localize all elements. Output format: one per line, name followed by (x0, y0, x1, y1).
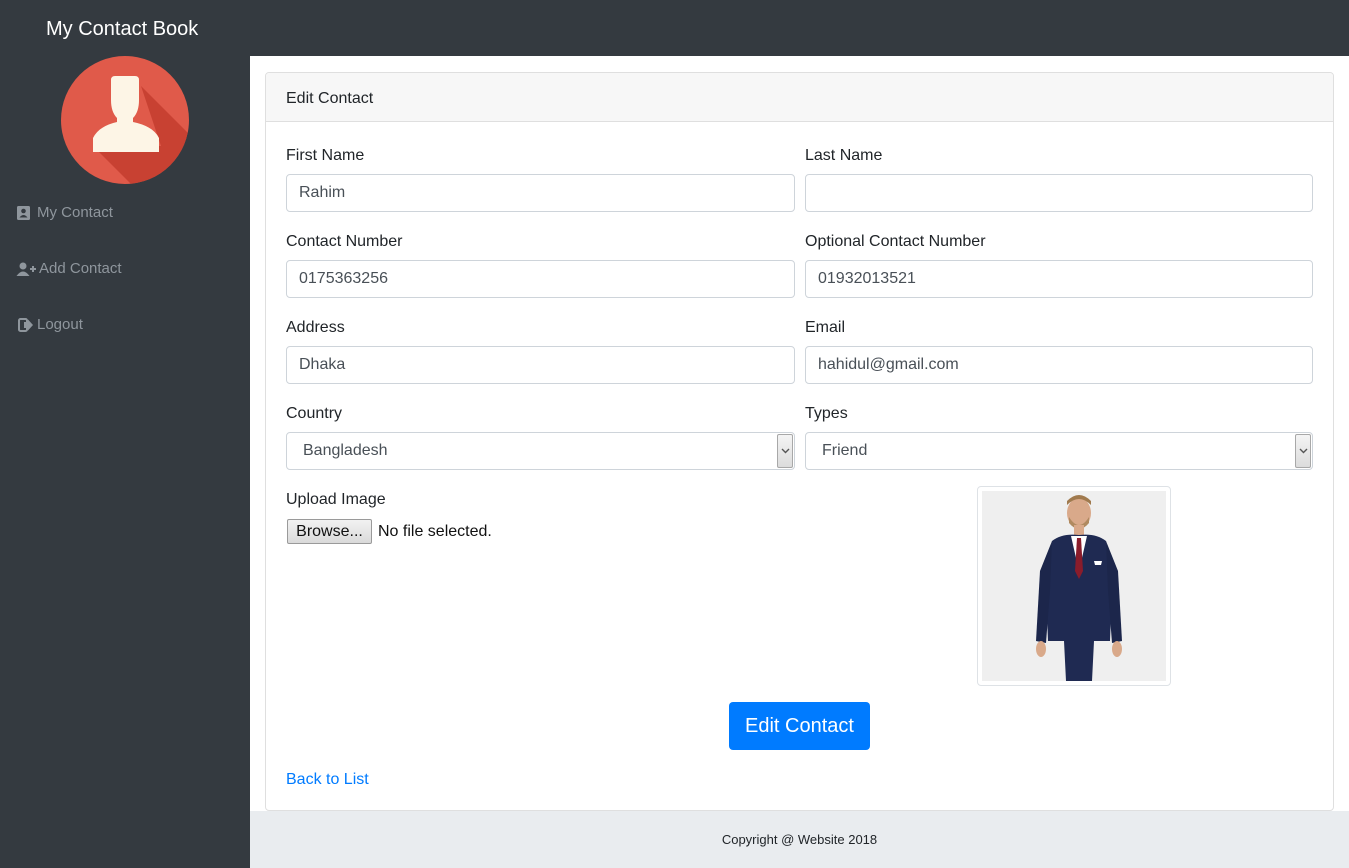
last-name-input[interactable] (805, 174, 1313, 212)
main-content: Edit Contact First Name Rahim Last Name … (250, 56, 1349, 811)
chevron-down-icon[interactable] (1295, 434, 1311, 468)
address-label: Address (286, 319, 345, 336)
upload-image-label: Upload Image (286, 491, 386, 508)
types-select[interactable]: Friend (805, 432, 1313, 470)
sign-out-icon (18, 318, 33, 332)
browse-button[interactable]: Browse... (287, 519, 372, 544)
first-name-label: First Name (286, 147, 365, 164)
app-title[interactable]: My Contact Book (46, 16, 198, 42)
back-to-list-link[interactable]: Back to List (286, 770, 369, 790)
email-label: Email (805, 319, 846, 336)
first-name-input[interactable]: Rahim (286, 174, 795, 212)
address-card-icon (17, 206, 30, 220)
sidebar-item-add-contact[interactable]: Add Contact (16, 257, 122, 281)
optional-contact-number-label: Optional Contact Number (805, 233, 986, 250)
country-selected-value: Bangladesh (303, 442, 388, 459)
contact-photo (977, 486, 1171, 686)
last-name-label: Last Name (805, 147, 883, 164)
sidebar-item-label: Add Contact (39, 260, 122, 277)
sidebar: My Contact Add Contact Logout (0, 56, 250, 868)
country-label: Country (286, 405, 343, 422)
types-selected-value: Friend (822, 442, 868, 459)
optional-contact-number-input[interactable]: 01932013521 (805, 260, 1313, 298)
person-photo-image (982, 491, 1166, 681)
sidebar-item-logout[interactable]: Logout (16, 313, 83, 337)
footer: Copyright @ Website 2018 (250, 811, 1349, 868)
email-input[interactable]: hahidul@gmail.com (805, 346, 1313, 384)
contact-number-input[interactable]: 0175363256 (286, 260, 795, 298)
sidebar-item-my-contact[interactable]: My Contact (16, 201, 113, 225)
card-header: Edit Contact (266, 73, 1333, 122)
edit-contact-card: Edit Contact First Name Rahim Last Name … (265, 72, 1334, 811)
chevron-down-icon[interactable] (777, 434, 793, 468)
address-input[interactable]: Dhaka (286, 346, 795, 384)
card-title: Edit Contact (286, 90, 374, 107)
file-status-text: No file selected. (378, 523, 492, 540)
country-select[interactable]: Bangladesh (286, 432, 795, 470)
types-label: Types (805, 405, 848, 422)
edit-contact-button[interactable]: Edit Contact (729, 702, 870, 750)
sidebar-item-label: My Contact (37, 204, 113, 221)
user-plus-icon (16, 262, 36, 276)
copyright-text: Copyright @ Website 2018 (721, 832, 878, 847)
sidebar-item-label: Logout (37, 316, 83, 333)
user-avatar-icon (61, 56, 189, 184)
contact-number-label: Contact Number (286, 233, 403, 250)
top-navbar: My Contact Book (0, 0, 1349, 56)
